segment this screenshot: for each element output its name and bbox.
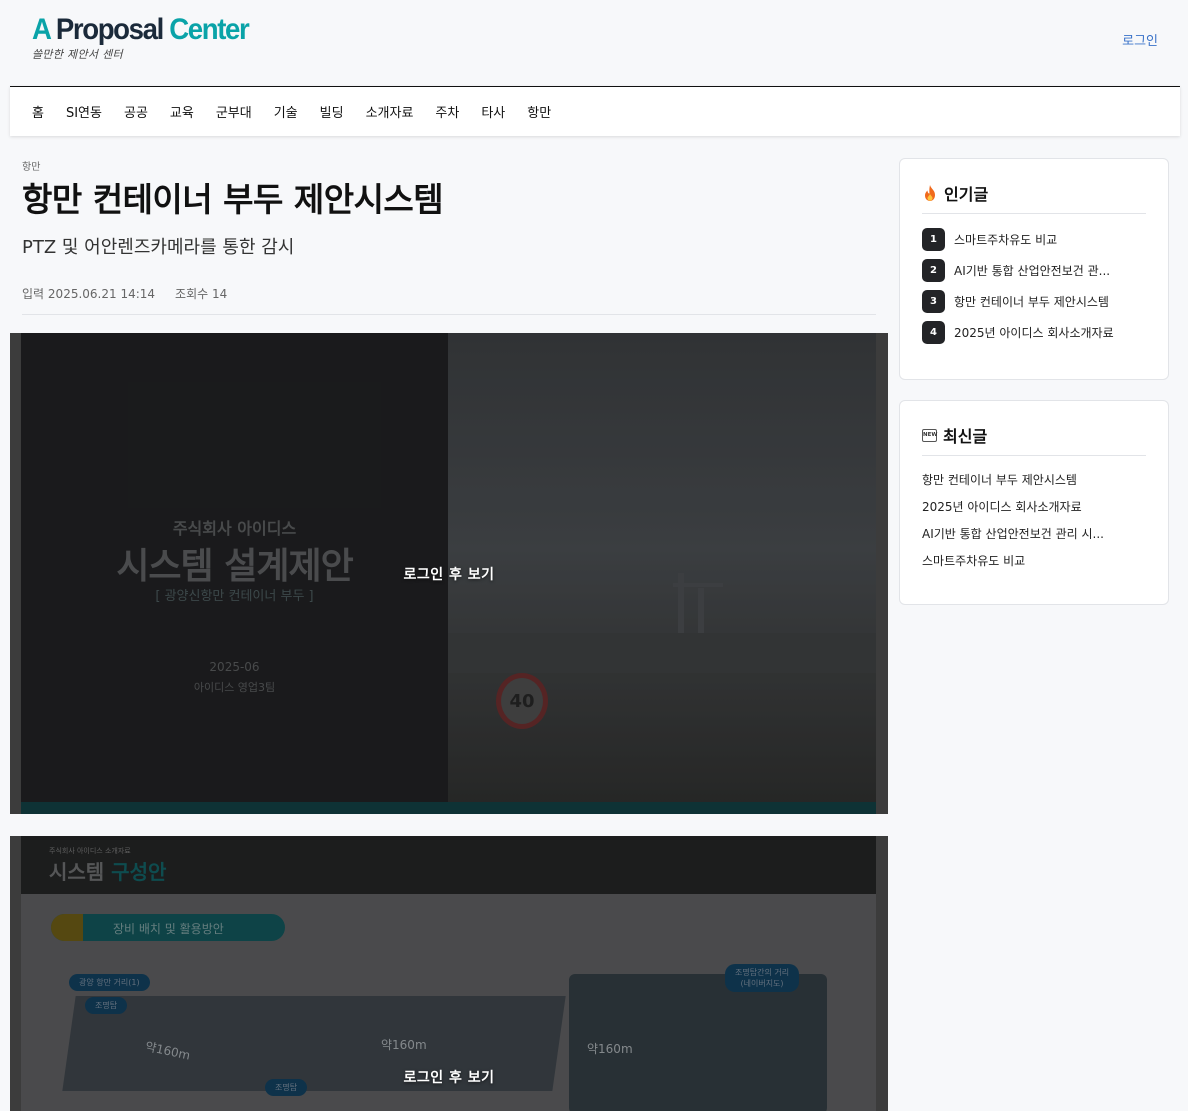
latest-post-label: 항만 컨테이너 부두 제안시스템 xyxy=(922,473,1077,487)
view-count: 조회수 14 xyxy=(175,285,227,302)
nav-item-si[interactable]: SI연동 xyxy=(66,102,102,121)
logo-tagline: 쓸만한 제안서 센터 xyxy=(32,48,123,61)
login-link[interactable]: 로그인 xyxy=(1122,30,1158,49)
fire-icon xyxy=(925,185,935,201)
rank-badge: 2 xyxy=(922,259,945,282)
logo-center: Center xyxy=(169,13,250,46)
popular-posts-title: 인기글 xyxy=(922,181,1146,214)
popular-posts-list: 1 스마트주차유도 비교 2 AI기반 통합 산업안전보건 관... 3 항만 … xyxy=(922,224,1146,348)
input-label: 입력 xyxy=(22,287,45,301)
views-value: 14 xyxy=(211,287,228,301)
latest-post-item[interactable]: 2025년 아이디스 회사소개자료 xyxy=(922,493,1146,520)
article-title: 항만 컨테이너 부두 제안시스템 xyxy=(22,180,444,219)
login-to-view-text: 로그인 후 보기 xyxy=(403,566,495,583)
latest-post-label: 스마트주차유도 비교 xyxy=(922,554,1026,568)
rank-badge: 1 xyxy=(922,228,945,251)
popular-post-item[interactable]: 2 AI기반 통합 산업안전보건 관... xyxy=(922,255,1146,286)
article-subtitle: PTZ 및 어안렌즈카메라를 통한 감시 xyxy=(22,237,295,258)
nav-item-parking[interactable]: 주차 xyxy=(435,102,459,121)
new-icon: NEW xyxy=(922,428,937,442)
slide-image-1: 40 주식회사 아이디스 시스템 설계제안 [ 광양신항만 컨테이너 부두 ] … xyxy=(10,333,888,814)
input-date-value: 2025.06.21 14:14 xyxy=(47,287,156,301)
nav-item-home[interactable]: 홈 xyxy=(32,102,44,121)
nav-item-building[interactable]: 빌딩 xyxy=(320,102,344,121)
login-to-view-overlay[interactable]: 로그인 후 보기 xyxy=(10,333,888,814)
popular-posts-card: 인기글 1 스마트주차유도 비교 2 AI기반 통합 산업안전보건 관... 3… xyxy=(899,158,1169,380)
login-to-view-overlay[interactable]: 로그인 후 보기 xyxy=(10,836,888,1111)
latest-posts-title: NEW 최신글 xyxy=(922,423,1146,456)
popular-post-label: 항만 컨테이너 부두 제안시스템 xyxy=(954,295,1109,309)
latest-post-item[interactable]: AI기반 통합 산업안전보건 관리 시... xyxy=(922,520,1146,547)
slide-image-2: 주식회사 아이디스 소개자료 시스템 구성안 장비 배치 및 활용방안 광양 항… xyxy=(10,836,888,1111)
logo-proposal: Proposal xyxy=(55,13,164,46)
popular-post-label: 스마트주차유도 비교 xyxy=(954,233,1058,247)
nav-item-tech[interactable]: 기술 xyxy=(274,102,298,121)
site-header: A Proposal Center 쓸만한 제안서 센터 로그인 xyxy=(0,0,1188,86)
nav-item-intro[interactable]: 소개자료 xyxy=(366,102,414,121)
nav-item-port[interactable]: 항만 xyxy=(527,102,551,121)
login-to-view-text: 로그인 후 보기 xyxy=(403,1070,495,1086)
article-meta: 입력 2025.06.21 14:14 조회수 14 xyxy=(22,285,876,315)
latest-post-item[interactable]: 항만 컨테이너 부두 제안시스템 xyxy=(922,466,1146,493)
popular-post-item[interactable]: 1 스마트주차유도 비교 xyxy=(922,224,1146,255)
nav-item-other[interactable]: 타사 xyxy=(481,102,505,121)
nav-item-military[interactable]: 군부대 xyxy=(216,102,252,121)
popular-posts-heading: 인기글 xyxy=(944,185,989,204)
article-category[interactable]: 항만 xyxy=(22,158,876,173)
rank-badge: 4 xyxy=(922,321,945,344)
latest-post-label: AI기반 통합 산업안전보건 관리 시... xyxy=(922,527,1104,541)
latest-posts-card: NEW 최신글 항만 컨테이너 부두 제안시스템 2025년 아이디스 회사소개… xyxy=(899,400,1169,605)
nav-item-public[interactable]: 공공 xyxy=(124,102,148,121)
views-label: 조회수 xyxy=(175,287,209,301)
latest-posts-heading: 최신글 xyxy=(943,427,988,446)
article-header: 항만 항만 컨테이너 부두 제안시스템 PTZ 및 어안렌즈카메라를 통한 감시… xyxy=(22,150,876,315)
input-date: 입력 2025.06.21 14:14 xyxy=(22,285,155,302)
popular-post-label: AI기반 통합 산업안전보건 관... xyxy=(954,264,1111,278)
site-logo[interactable]: A Proposal Center 쓸만한 제안서 센터 xyxy=(32,13,267,62)
popular-post-label: 2025년 아이디스 회사소개자료 xyxy=(954,326,1114,340)
latest-posts-list: 항만 컨테이너 부두 제안시스템 2025년 아이디스 회사소개자료 AI기반 … xyxy=(922,466,1146,574)
popular-post-item[interactable]: 4 2025년 아이디스 회사소개자료 xyxy=(922,317,1146,348)
logo-a: A xyxy=(32,13,51,46)
latest-post-item[interactable]: 스마트주차유도 비교 xyxy=(922,547,1146,574)
nav-item-education[interactable]: 교육 xyxy=(170,102,194,121)
latest-post-label: 2025년 아이디스 회사소개자료 xyxy=(922,500,1082,514)
rank-badge: 3 xyxy=(922,290,945,313)
popular-post-item[interactable]: 3 항만 컨테이너 부두 제안시스템 xyxy=(922,286,1146,317)
main-nav: 홈 SI연동 공공 교육 군부대 기술 빌딩 소개자료 주차 타사 항만 xyxy=(10,86,1180,136)
logo-text: A Proposal Center xyxy=(32,13,250,47)
